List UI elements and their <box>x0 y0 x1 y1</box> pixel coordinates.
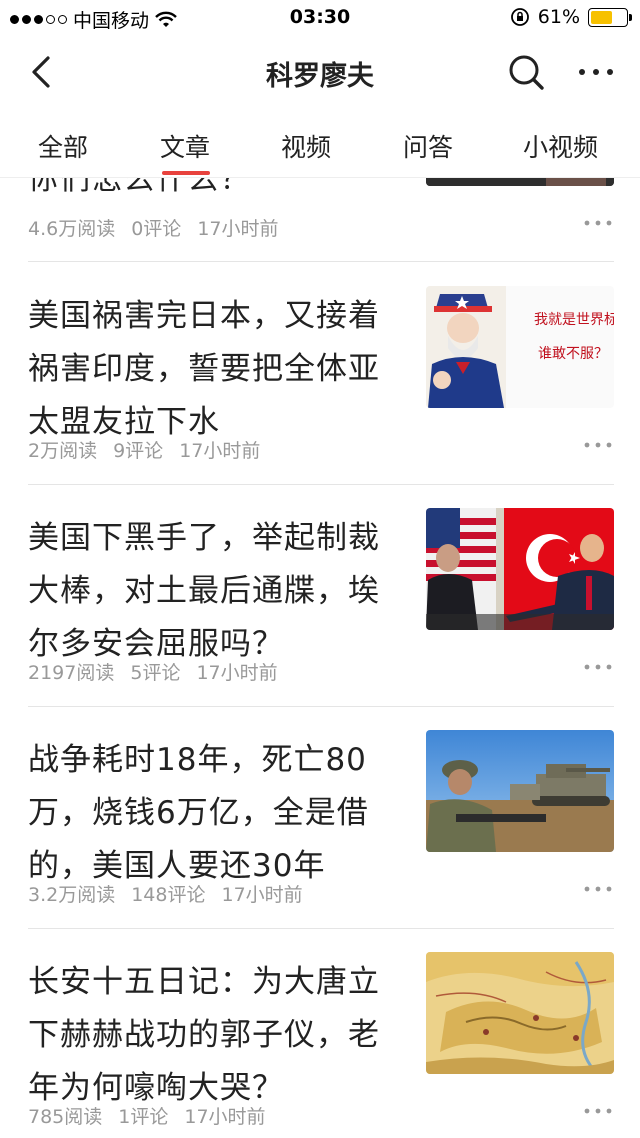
more-options-icon[interactable] <box>582 879 614 899</box>
publish-time: 17小时前 <box>196 662 278 684</box>
comment-count: 1评论 <box>118 1106 169 1128</box>
article-feed[interactable]: 你们怎么什么？ 4.6万阅读 0评论 17小时前 美国祸害完日本，又接着祸害印度，誓… <box>0 178 640 1138</box>
read-count: 785阅读 <box>28 1106 103 1128</box>
read-count: 4.6万阅读 <box>28 218 116 240</box>
orientation-lock-icon <box>510 8 529 26</box>
tab-articles[interactable]: 文章 <box>160 128 210 164</box>
comment-count: 0评论 <box>131 218 182 240</box>
publish-time: 17小时前 <box>197 218 279 240</box>
battery-icon <box>588 7 632 27</box>
read-count: 2197阅读 <box>28 662 115 684</box>
comment-count: 5评论 <box>130 662 181 684</box>
article-meta: 2万阅读 9评论 17小时前 <box>28 436 276 463</box>
article-meta: 2197阅读 5评论 17小时前 <box>28 658 294 685</box>
article-title[interactable]: 美国下黑手了，举起制裁大棒，对土最后通牒，埃尔多安会屈服吗？ <box>28 512 398 671</box>
more-options-icon[interactable] <box>582 657 614 677</box>
more-options-icon[interactable] <box>582 1101 614 1121</box>
more-icon[interactable] <box>572 50 620 94</box>
more-options-icon[interactable] <box>582 435 614 455</box>
article-item[interactable]: 战争耗时18年，死亡80万，烧钱6万亿，全是借的，美国人要还30年 3.2万阅读… <box>0 706 640 928</box>
article-item[interactable]: 美国祸害完日本，又接着祸害印度，誓要把全体亚太盟友拉下水 我就是世界标准 谁敢不… <box>0 262 640 484</box>
tab-videos[interactable]: 视频 <box>281 128 331 164</box>
tab-short-videos[interactable]: 小视频 <box>523 128 598 164</box>
partial-article-thumbnail[interactable] <box>426 178 614 186</box>
read-count: 3.2万阅读 <box>28 884 116 906</box>
battery-percent: 61% <box>537 6 580 28</box>
read-count: 2万阅读 <box>28 440 98 462</box>
more-options-icon[interactable] <box>582 213 614 233</box>
comment-count: 148评论 <box>131 884 206 906</box>
publish-time: 17小时前 <box>221 884 303 906</box>
partial-article-title[interactable]: 你们怎么什么？ <box>28 178 252 198</box>
publish-time: 17小时前 <box>184 1106 266 1128</box>
tab-qa[interactable]: 问答 <box>403 128 453 164</box>
tab-all[interactable]: 全部 <box>38 128 88 164</box>
search-icon[interactable] <box>504 50 548 94</box>
article-thumbnail[interactable] <box>426 508 614 630</box>
article-meta: 3.2万阅读 148评论 17小时前 <box>28 880 319 907</box>
article-meta: 4.6万阅读 0评论 17小时前 <box>28 214 295 241</box>
status-bar: 中国移动 03:30 61% <box>0 0 640 36</box>
article-thumbnail[interactable] <box>426 952 614 1074</box>
nav-bar: 科罗廖夫 <box>0 36 640 108</box>
article-title[interactable]: 战争耗时18年，死亡80万，烧钱6万亿，全是借的，美国人要还30年 <box>28 734 398 893</box>
thumb-caption-1: 我就是世界标准 <box>534 312 614 328</box>
article-title[interactable]: 美国祸害完日本，又接着祸害印度，誓要把全体亚太盟友拉下水 <box>28 290 398 449</box>
thumb-caption-2: 谁敢不服？ <box>538 346 608 362</box>
article-title[interactable]: 长安十五日记：为大唐立下赫赫战功的郭子仪，老年为何嚎啕大哭？ <box>28 956 398 1115</box>
article-thumbnail[interactable]: 我就是世界标准 谁敢不服？ <box>426 286 614 408</box>
article-thumbnail[interactable] <box>426 730 614 852</box>
publish-time: 17小时前 <box>179 440 261 462</box>
article-item[interactable]: 长安十五日记：为大唐立下赫赫战功的郭子仪，老年为何嚎啕大哭？ 785阅读 1评论 1… <box>0 928 640 1138</box>
article-meta: 785阅读 1评论 17小时前 <box>28 1102 282 1129</box>
tab-bar: 全部 文章 视频 问答 小视频 <box>0 108 640 178</box>
comment-count: 9评论 <box>113 440 164 462</box>
active-tab-indicator <box>162 171 210 175</box>
article-item[interactable]: 美国下黑手了，举起制裁大棒，对土最后通牒，埃尔多安会屈服吗？ 2197阅读 5评… <box>0 484 640 706</box>
